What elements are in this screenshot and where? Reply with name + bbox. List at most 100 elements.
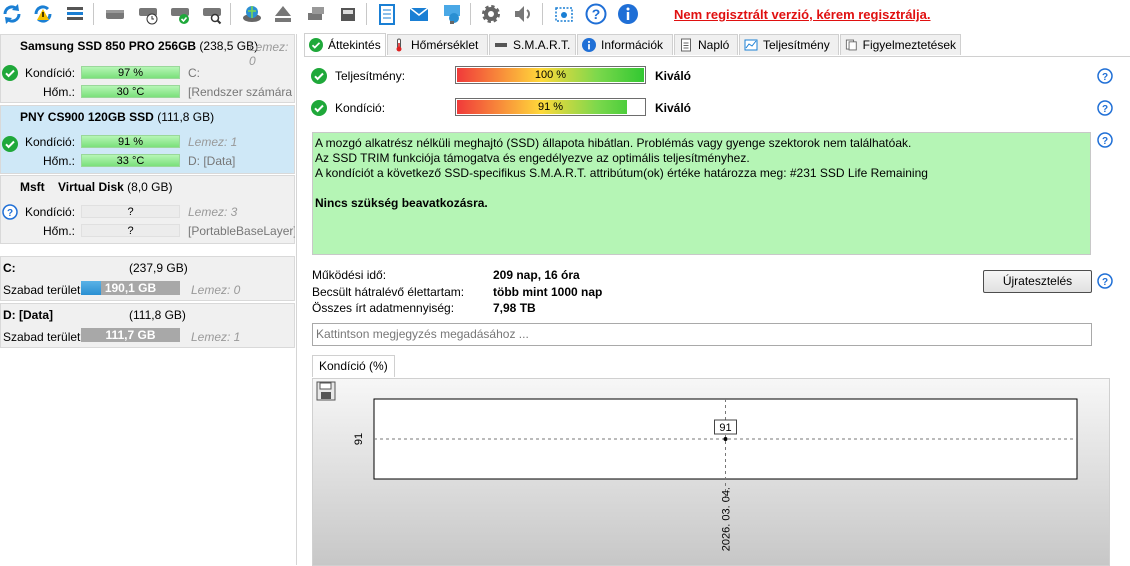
info-icon[interactable] bbox=[616, 2, 640, 26]
speaker-icon[interactable] bbox=[511, 2, 535, 26]
y-tick-label: 91 bbox=[353, 433, 365, 445]
drive-stack-icon[interactable] bbox=[336, 2, 360, 26]
settings-icon[interactable] bbox=[479, 2, 503, 26]
help-icon[interactable]: ? bbox=[1097, 68, 1113, 84]
disk-number: Lemez: 0 bbox=[191, 283, 241, 297]
performance-bar: 100 % bbox=[455, 66, 646, 84]
disk-number: Lemez: 0 bbox=[249, 40, 289, 68]
email-icon[interactable] bbox=[407, 2, 431, 26]
volume-name: D: [Data] bbox=[3, 308, 53, 322]
status-message-box: A mozgó alkatrész nélküli meghajtó (SSD)… bbox=[312, 132, 1091, 255]
free-space-label: Szabad terület bbox=[3, 330, 81, 344]
notepad-icon[interactable] bbox=[375, 2, 399, 26]
refresh-icon[interactable] bbox=[0, 2, 24, 26]
ok-status-icon bbox=[311, 100, 327, 116]
ok-status-icon bbox=[311, 68, 327, 84]
refresh-warning-icon[interactable] bbox=[31, 2, 55, 26]
volume-size: (237,9 GB) bbox=[129, 261, 188, 275]
toolbar-separator bbox=[470, 3, 471, 25]
temperature-label: Hőm.: bbox=[43, 224, 76, 238]
retest-button[interactable]: Újratesztelés bbox=[983, 270, 1092, 293]
uptime-label: Működési idő: bbox=[312, 268, 387, 282]
svg-text:?: ? bbox=[1102, 136, 1108, 147]
svg-text:?: ? bbox=[1102, 277, 1108, 288]
help-icon[interactable]: ? bbox=[1097, 273, 1113, 289]
free-space-label: Szabad terület bbox=[3, 283, 81, 297]
message-line: Az SSD TRIM funkciója támogatva és enged… bbox=[315, 151, 750, 165]
overview-panel: Teljesítmény: 100 % Kiváló ? Kondíció: 9… bbox=[304, 56, 1130, 566]
x-tick-label: 2026. 03. 04. bbox=[721, 487, 733, 551]
eject-icon[interactable] bbox=[271, 2, 295, 26]
tab-performance[interactable]: Teljesítmény bbox=[739, 34, 839, 55]
tab-overview[interactable]: Áttekintés bbox=[304, 33, 386, 56]
unknown-status-icon: ? bbox=[2, 204, 18, 220]
temperature-label: Hőm.: bbox=[43, 85, 76, 99]
chart-icon bbox=[744, 39, 758, 51]
unregistered-version-link[interactable]: Nem regisztrált verzió, kérem regisztrál… bbox=[674, 7, 931, 22]
alerts-icon bbox=[845, 39, 857, 51]
disk-title: PNY CS900 120GB SSD (111,8 GB) bbox=[20, 110, 215, 124]
svg-text:?: ? bbox=[1102, 104, 1108, 115]
tab-alerts[interactable]: Figyelmeztetések bbox=[840, 34, 961, 55]
written-label: Összes írt adatmennyiség: bbox=[312, 301, 455, 315]
tab-temperature[interactable]: Hőmérséklet bbox=[387, 34, 488, 55]
tab-smart[interactable]: S.M.A.R.T. bbox=[489, 34, 576, 55]
toolbar-separator bbox=[93, 3, 94, 25]
condition-bar: 91 % bbox=[455, 98, 646, 116]
disk-title: Samsung SSD 850 PRO 256GB (238,5 GB) bbox=[20, 39, 259, 53]
disk-item-virtual[interactable]: Msft Virtual Disk (8,0 GB) ? Kondíció: ?… bbox=[0, 175, 295, 244]
partition-name: [PortableBaseLayer] bbox=[188, 224, 295, 238]
drives-icon[interactable] bbox=[304, 2, 328, 26]
thermometer-icon bbox=[396, 38, 402, 52]
chart-plot: 91 91 2026. 03. 04. bbox=[353, 398, 1078, 551]
volume-item-c[interactable]: C: (237,9 GB) Szabad terület 190,1 GB Le… bbox=[0, 256, 295, 301]
svg-text:?: ? bbox=[7, 208, 13, 219]
drive-icon[interactable] bbox=[103, 2, 127, 26]
data-point bbox=[723, 437, 728, 441]
condition-bar: 97 % bbox=[81, 66, 180, 79]
svg-text:?: ? bbox=[592, 6, 601, 22]
help-icon[interactable]: ? bbox=[1097, 132, 1113, 148]
condition-label: Kondíció: bbox=[25, 135, 76, 149]
performance-rating: Kiváló bbox=[655, 69, 692, 83]
disk-number: Lemez: 1 bbox=[191, 330, 241, 344]
tab-information[interactable]: Információk bbox=[577, 34, 673, 55]
disk-globe-icon[interactable] bbox=[240, 2, 264, 26]
temperature-label: Hőm.: bbox=[43, 154, 76, 168]
toolbar-separator bbox=[542, 3, 543, 25]
message-action: Nincs szükség beavatkozásra. bbox=[315, 196, 488, 210]
disk-item-pny[interactable]: PNY CS900 120GB SSD (111,8 GB) Kondíció:… bbox=[0, 105, 295, 174]
drive-letters: C: bbox=[188, 66, 200, 80]
disk-title: Msft Virtual Disk (8,0 GB) bbox=[20, 180, 173, 194]
comment-input[interactable]: Kattintson megjegyzés megadásához ... bbox=[312, 323, 1092, 346]
condition-rating: Kiváló bbox=[655, 101, 692, 115]
tab-log[interactable]: Napló bbox=[674, 34, 738, 55]
lifetime-label: Becsült hátralévő élettartam: bbox=[312, 285, 465, 299]
lifetime-value: több mint 1000 nap bbox=[493, 285, 603, 299]
partition-name: D: [Data] bbox=[188, 154, 236, 168]
condition-bar: ? bbox=[81, 205, 180, 218]
message-line: A kondíciót a következő SSD-specifikus S… bbox=[315, 166, 928, 180]
condition-label: Kondíció: bbox=[335, 101, 386, 115]
volume-item-d[interactable]: D: [Data] (111,8 GB) Szabad terület 111,… bbox=[0, 303, 295, 348]
drive-clock-icon[interactable] bbox=[136, 2, 160, 26]
screenshot-icon[interactable] bbox=[552, 2, 576, 26]
tab-condition-chart[interactable]: Kondíció (%) bbox=[312, 355, 395, 377]
message-line: A mozgó alkatrész nélküli meghajtó (SSD)… bbox=[315, 136, 912, 150]
performance-label: Teljesítmény: bbox=[335, 69, 406, 83]
disk-item-samsung[interactable]: Samsung SSD 850 PRO 256GB (238,5 GB) Lem… bbox=[0, 34, 295, 103]
temperature-bar: 33 °C bbox=[81, 154, 180, 167]
drive-check-icon[interactable] bbox=[168, 2, 192, 26]
toolbar-separator bbox=[230, 3, 231, 25]
free-space-bar: 111,7 GB bbox=[81, 328, 180, 342]
network-icon[interactable] bbox=[440, 2, 464, 26]
toolbar: ? Nem regisztrált verzió, kérem regisztr… bbox=[0, 0, 1130, 30]
data-label: 91 bbox=[719, 422, 731, 434]
document-icon bbox=[681, 38, 691, 52]
help-icon[interactable]: ? bbox=[584, 2, 608, 26]
drive-list-icon[interactable] bbox=[63, 2, 87, 26]
partition-name: [Rendszer számára f bbox=[188, 85, 295, 99]
help-icon[interactable]: ? bbox=[1097, 100, 1113, 116]
drive-search-icon[interactable] bbox=[200, 2, 224, 26]
condition-bar: 91 % bbox=[81, 135, 180, 148]
